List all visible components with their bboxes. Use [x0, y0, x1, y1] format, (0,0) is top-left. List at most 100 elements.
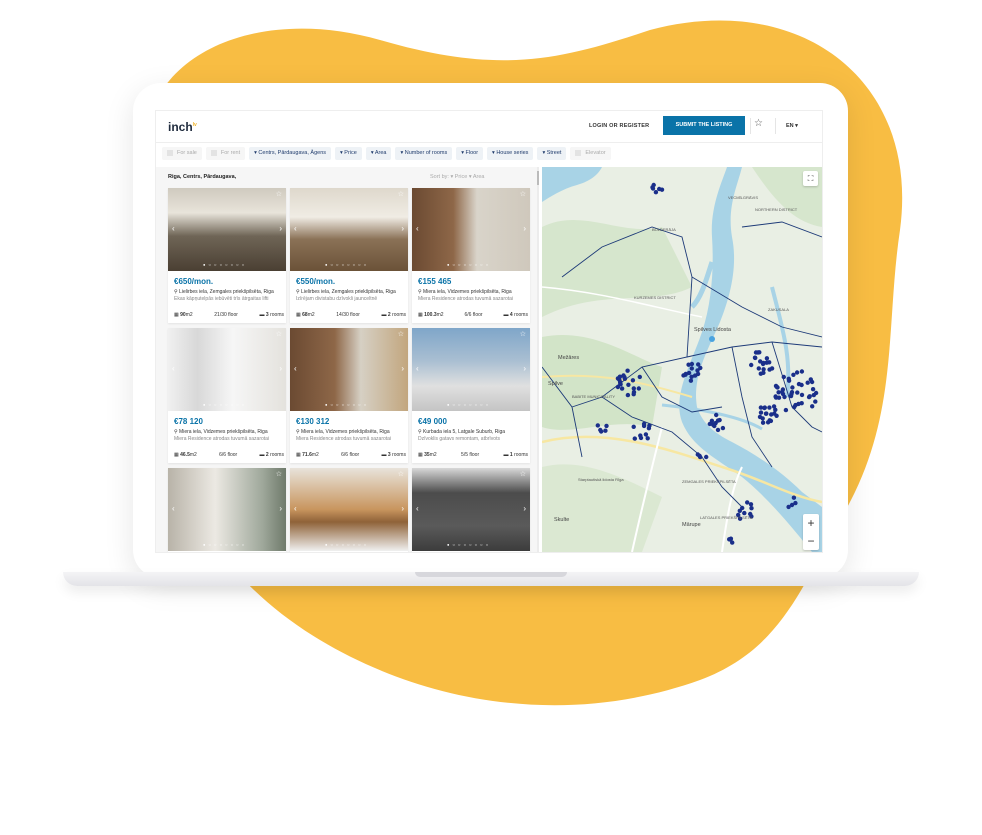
map-marker[interactable]: [659, 187, 665, 192]
map-marker[interactable]: [645, 436, 650, 441]
filter-chip[interactable]: ▾ House series: [487, 147, 534, 160]
map-marker[interactable]: [730, 540, 735, 545]
filter-chip[interactable]: Elevator: [570, 147, 611, 160]
listing-card[interactable]: ☆ ‹ › ● ○ ○ ○ ○ ○ ○ ○ €155 465 ⚲ Miera iela, …: [412, 188, 530, 323]
chevron-left-icon[interactable]: ‹: [416, 504, 419, 513]
filter-chip[interactable]: ▾ Centrs, Pārdaugava, Āgens: [249, 147, 331, 160]
map-marker[interactable]: [793, 402, 798, 408]
map-marker[interactable]: [641, 421, 647, 427]
map-marker[interactable]: [631, 424, 636, 429]
map-marker[interactable]: [811, 392, 816, 398]
listing-photo[interactable]: ☆ ‹ › ● ○ ○ ○ ○ ○ ○ ○: [168, 328, 286, 411]
zoom-out-button[interactable]: −: [803, 532, 819, 550]
zoom-in-button[interactable]: +: [803, 514, 819, 532]
map-marker[interactable]: [763, 411, 769, 416]
map-marker[interactable]: [630, 378, 636, 383]
favorite-star-icon[interactable]: ☆: [276, 330, 282, 338]
chevron-left-icon[interactable]: ‹: [294, 504, 297, 513]
map-marker[interactable]: [683, 371, 688, 377]
favorite-star-icon[interactable]: ☆: [520, 330, 526, 338]
favorite-star-icon[interactable]: ☆: [398, 330, 404, 338]
map-marker[interactable]: [604, 423, 609, 429]
filter-chip[interactable]: ▾ Price: [335, 147, 362, 160]
map-marker[interactable]: [720, 425, 726, 431]
map-marker[interactable]: [619, 386, 625, 391]
map-marker[interactable]: [758, 410, 764, 415]
chevron-left-icon[interactable]: ‹: [294, 364, 297, 373]
submit-listing-button[interactable]: SUBMIT THE LISTING: [663, 116, 745, 135]
map-marker[interactable]: [595, 423, 600, 428]
filter-chip[interactable]: ▾ Area: [365, 147, 392, 160]
chevron-right-icon[interactable]: ›: [401, 504, 404, 513]
listing-photo[interactable]: ☆ ‹ › ● ○ ○ ○ ○ ○ ○ ○: [290, 328, 408, 411]
chevron-right-icon[interactable]: ›: [401, 364, 404, 373]
fullscreen-icon[interactable]: ⛶: [803, 171, 818, 186]
map-marker[interactable]: [781, 374, 786, 380]
map-marker[interactable]: [625, 368, 630, 373]
map-marker[interactable]: [757, 414, 763, 420]
filter-chip[interactable]: For sale: [162, 147, 202, 160]
listing-photo[interactable]: ☆ ‹ › ● ○ ○ ○ ○ ○ ○ ○: [412, 188, 530, 271]
favorite-star-icon[interactable]: ☆: [520, 190, 526, 198]
map-marker[interactable]: [774, 413, 779, 418]
chevron-right-icon[interactable]: ›: [523, 504, 526, 513]
map-marker[interactable]: [712, 423, 717, 429]
favorite-star-icon[interactable]: ☆: [276, 190, 282, 198]
map-marker[interactable]: [636, 386, 641, 391]
map-marker[interactable]: [789, 392, 794, 397]
map-marker[interactable]: [752, 355, 758, 360]
map-marker[interactable]: [769, 412, 774, 417]
map-marker[interactable]: [773, 383, 779, 389]
map-marker[interactable]: [783, 407, 789, 413]
logo[interactable]: inchlv: [168, 120, 197, 134]
map-marker[interactable]: [810, 404, 815, 409]
map-marker[interactable]: [617, 374, 623, 379]
map-marker[interactable]: [749, 362, 754, 368]
map-marker[interactable]: [643, 432, 649, 437]
map-marker[interactable]: [791, 495, 797, 500]
map-marker[interactable]: [758, 405, 764, 410]
chevron-right-icon[interactable]: ›: [523, 364, 526, 373]
listing-photo[interactable]: ☆ ‹ › ● ○ ○ ○ ○ ○ ○ ○: [290, 468, 408, 551]
map-marker[interactable]: [810, 387, 816, 392]
map-marker[interactable]: [791, 372, 796, 377]
map-marker[interactable]: [805, 380, 810, 385]
chevron-left-icon[interactable]: ‹: [416, 364, 419, 373]
map-marker[interactable]: [808, 377, 813, 382]
filter-chip[interactable]: ▾ Number of rooms: [395, 147, 453, 160]
map-marker[interactable]: [765, 420, 771, 425]
chevron-right-icon[interactable]: ›: [279, 504, 282, 513]
listing-card[interactable]: ☆ ‹ › ● ○ ○ ○ ○ ○ ○ ○: [168, 468, 286, 552]
map-marker[interactable]: [786, 504, 791, 510]
map-marker[interactable]: [740, 505, 745, 511]
map-marker[interactable]: [796, 381, 802, 387]
chevron-left-icon[interactable]: ‹: [416, 224, 419, 233]
listing-card[interactable]: ☆ ‹ › ● ○ ○ ○ ○ ○ ○ ○ €49 000 ⚲ Kurbada iela …: [412, 328, 530, 463]
filter-chip[interactable]: ▾ Floor: [456, 147, 484, 160]
listing-card[interactable]: ☆ ‹ › ● ○ ○ ○ ○ ○ ○ ○ €550/mon. ⚲ Lielirbes i…: [290, 188, 408, 323]
map-marker[interactable]: [727, 537, 732, 542]
map-marker[interactable]: [790, 385, 795, 390]
listing-card[interactable]: ☆ ‹ › ● ○ ○ ○ ○ ○ ○ ○ €78 120 ⚲ Miera iela, V…: [168, 328, 286, 463]
chevron-left-icon[interactable]: ‹: [294, 224, 297, 233]
favorite-star-icon[interactable]: ☆: [398, 190, 404, 198]
map-marker[interactable]: [767, 367, 772, 372]
map-marker[interactable]: [603, 428, 608, 433]
map-marker[interactable]: [780, 389, 785, 394]
map-marker[interactable]: [799, 392, 805, 398]
map-marker[interactable]: [625, 392, 631, 398]
listing-card[interactable]: ☆ ‹ › ● ○ ○ ○ ○ ○ ○ ○ €130 312 ⚲ Miera iela, …: [290, 328, 408, 463]
map-marker[interactable]: [773, 394, 778, 399]
map-marker[interactable]: [637, 374, 642, 380]
map-marker[interactable]: [618, 381, 623, 386]
filter-chip[interactable]: ▾ Street: [537, 147, 567, 160]
map-marker[interactable]: [709, 418, 715, 423]
chevron-right-icon[interactable]: ›: [523, 224, 526, 233]
favorite-star-icon[interactable]: ☆: [398, 470, 404, 478]
favorite-star-icon[interactable]: ☆: [520, 470, 526, 478]
chevron-left-icon[interactable]: ‹: [172, 364, 175, 373]
map-marker[interactable]: [698, 365, 703, 371]
map-marker[interactable]: [715, 418, 721, 423]
map-marker[interactable]: [714, 412, 719, 418]
map-marker[interactable]: [638, 433, 643, 438]
